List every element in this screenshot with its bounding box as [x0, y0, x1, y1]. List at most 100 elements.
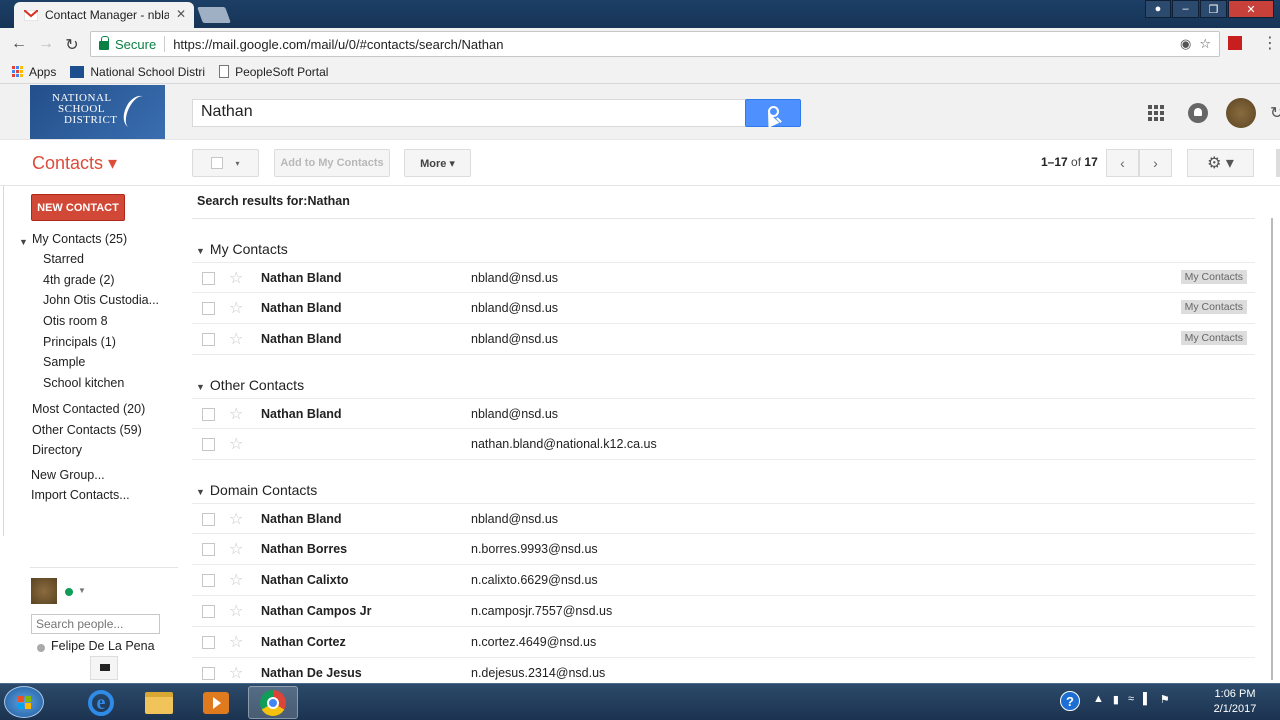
table-row[interactable]: ☆ nathan.bland@national.k12.ca.us — [192, 429, 1255, 460]
sidebar-item-principals[interactable]: Principals (1) — [43, 335, 116, 349]
url-text[interactable]: https://mail.google.com/mail/u/0/#contac… — [173, 37, 503, 52]
online-status-icon[interactable] — [65, 588, 73, 596]
sidebar-item-4th-grade[interactable]: 4th grade (2) — [43, 273, 115, 287]
star-icon[interactable]: ☆ — [229, 434, 243, 454]
star-icon[interactable]: ☆ — [229, 329, 243, 349]
row-checkbox[interactable] — [202, 408, 215, 421]
more-button[interactable]: More ▾ — [404, 149, 471, 177]
table-row[interactable]: ☆ Nathan Bland nbland@nsd.us — [192, 398, 1255, 429]
row-checkbox[interactable] — [202, 543, 215, 556]
chat-avatar[interactable] — [31, 578, 57, 604]
extension-icon[interactable] — [1228, 36, 1242, 50]
bookmark-nsd[interactable]: National School Distri — [70, 65, 205, 79]
table-row[interactable]: ☆ Nathan Bland nbland@nsd.us My Contacts — [192, 262, 1255, 293]
table-row[interactable]: ☆ Nathan De Jesus n.dejesus.2314@nsd.us — [192, 658, 1255, 683]
search-people-input[interactable] — [31, 614, 160, 634]
chrome-menu-icon[interactable]: ⋮ — [1262, 33, 1278, 53]
settings-gear-icon[interactable]: ⚙ ▾ — [1187, 149, 1254, 177]
network-icon[interactable]: ≈ — [1128, 693, 1134, 706]
sidebar-item-sample[interactable]: Sample — [43, 355, 85, 369]
table-row[interactable]: ☆ Nathan Bland nbland@nsd.us My Contacts — [192, 293, 1255, 324]
next-page-button[interactable]: › — [1139, 149, 1172, 177]
group-my-contacts[interactable]: ▼ My Contacts — [196, 241, 288, 257]
address-bar[interactable]: Secure https://mail.google.com/mail/u/0/… — [90, 31, 1220, 57]
show-hidden-icons-icon[interactable]: ▲ — [1093, 693, 1104, 706]
row-checkbox[interactable] — [202, 302, 215, 315]
row-checkbox[interactable] — [202, 605, 215, 618]
table-row[interactable]: ☆ Nathan Cortez n.cortez.4649@nsd.us — [192, 627, 1255, 658]
row-checkbox[interactable] — [202, 333, 215, 346]
taskbar-explorer[interactable] — [134, 686, 184, 719]
sidebar-item-starred[interactable]: Starred — [43, 252, 84, 266]
star-icon[interactable]: ☆ — [229, 539, 243, 559]
new-contact-button[interactable]: NEW CONTACT — [31, 194, 125, 221]
new-group-link[interactable]: New Group... — [31, 468, 105, 482]
sidebar-item-directory[interactable]: Directory — [32, 443, 82, 457]
group-label-badge[interactable]: My Contacts — [1180, 270, 1247, 284]
row-checkbox[interactable] — [202, 438, 215, 451]
forward-icon[interactable]: → — [37, 35, 55, 53]
sync-icon[interactable]: ↻ — [1270, 103, 1280, 123]
taskbar-ie[interactable]: e — [76, 686, 126, 719]
sidebar-item-otis-room[interactable]: Otis room 8 — [43, 314, 108, 328]
table-row[interactable]: ☆ Nathan Bland nbland@nsd.us — [192, 503, 1255, 534]
clock[interactable]: 1:06 PM 2/1/2017 — [1205, 687, 1265, 717]
notifications-icon[interactable] — [1188, 103, 1208, 123]
signal-icon[interactable]: ▌ — [1143, 693, 1151, 706]
account-avatar[interactable] — [1226, 98, 1256, 128]
chat-bubble-icon[interactable] — [90, 656, 118, 680]
import-contacts-link[interactable]: Import Contacts... — [31, 488, 130, 502]
profile-icon[interactable]: ● — [1145, 0, 1171, 18]
group-label-badge[interactable]: My Contacts — [1180, 300, 1247, 314]
contacts-title[interactable]: Contacts ▾ — [32, 153, 117, 174]
district-logo[interactable]: NATIONAL SCHOOL DISTRICT — [30, 85, 165, 139]
row-checkbox[interactable] — [202, 636, 215, 649]
scrollbar[interactable] — [1271, 218, 1273, 680]
row-checkbox[interactable] — [202, 272, 215, 285]
bookmark-peoplesoft[interactable]: PeopleSoft Portal — [219, 65, 328, 79]
sidebar-item-john-otis[interactable]: John Otis Custodia... — [43, 293, 158, 307]
star-icon[interactable]: ☆ — [229, 268, 243, 288]
star-icon[interactable]: ☆ — [229, 663, 243, 683]
select-all-checkbox[interactable] — [211, 157, 224, 169]
table-row[interactable]: ☆ Nathan Campos Jr n.camposjr.7557@nsd.u… — [192, 596, 1255, 627]
minimize-button[interactable]: – — [1172, 0, 1199, 18]
bookmark-apps[interactable]: Apps — [12, 65, 56, 79]
star-icon[interactable]: ☆ — [229, 601, 243, 621]
add-to-my-contacts-button[interactable]: Add to My Contacts — [274, 149, 390, 177]
select-checkbox-dropdown[interactable]: ▾ — [192, 149, 259, 177]
table-row[interactable]: ☆ Nathan Calixto n.calixto.6629@nsd.us — [192, 565, 1255, 596]
restore-button[interactable]: ❐ — [1200, 0, 1227, 18]
group-other-contacts[interactable]: ▼ Other Contacts — [196, 377, 304, 393]
close-window-button[interactable]: ✕ — [1228, 0, 1274, 18]
collapse-arrow-icon[interactable]: ▼ — [19, 237, 28, 247]
group-label-badge[interactable]: My Contacts — [1180, 331, 1247, 345]
sidebar-item-my-contacts[interactable]: My Contacts (25) — [32, 232, 127, 246]
start-button[interactable] — [4, 686, 44, 718]
star-icon[interactable]: ☆ — [229, 298, 243, 318]
chat-contact[interactable]: Felipe De La Pena — [51, 639, 155, 653]
group-domain-contacts[interactable]: ▼ Domain Contacts — [196, 482, 317, 498]
chevron-down-icon[interactable]: ▼ — [78, 586, 86, 595]
google-apps-icon[interactable] — [1148, 105, 1164, 121]
star-icon[interactable]: ☆ — [229, 404, 243, 424]
search-input[interactable]: Nathan — [192, 99, 746, 127]
sidebar-item-school-kitchen[interactable]: School kitchen — [43, 376, 124, 390]
browser-tab[interactable]: Contact Manager - nbla ✕ — [14, 2, 194, 28]
new-tab-button[interactable] — [197, 7, 231, 23]
reload-icon[interactable]: ↻ — [63, 35, 81, 55]
taskbar-chrome[interactable] — [248, 686, 298, 719]
sidebar-item-most-contacted[interactable]: Most Contacted (20) — [32, 402, 145, 416]
previous-page-button[interactable]: ‹ — [1106, 149, 1139, 177]
table-row[interactable]: ☆ Nathan Borres n.borres.9993@nsd.us — [192, 534, 1255, 565]
tab-close-icon[interactable]: ✕ — [176, 7, 186, 21]
eye-icon[interactable]: ◉ — [1180, 36, 1191, 52]
table-row[interactable]: ☆ Nathan Bland nbland@nsd.us My Contacts — [192, 324, 1255, 355]
taskbar-media-player[interactable] — [191, 686, 241, 719]
battery-icon[interactable]: ▮ — [1113, 693, 1119, 706]
row-checkbox[interactable] — [202, 667, 215, 680]
row-checkbox[interactable] — [202, 574, 215, 587]
star-icon[interactable]: ☆ — [229, 570, 243, 590]
bookmark-star-icon[interactable]: ☆ — [1199, 36, 1211, 52]
help-icon[interactable]: ? — [1060, 691, 1080, 711]
